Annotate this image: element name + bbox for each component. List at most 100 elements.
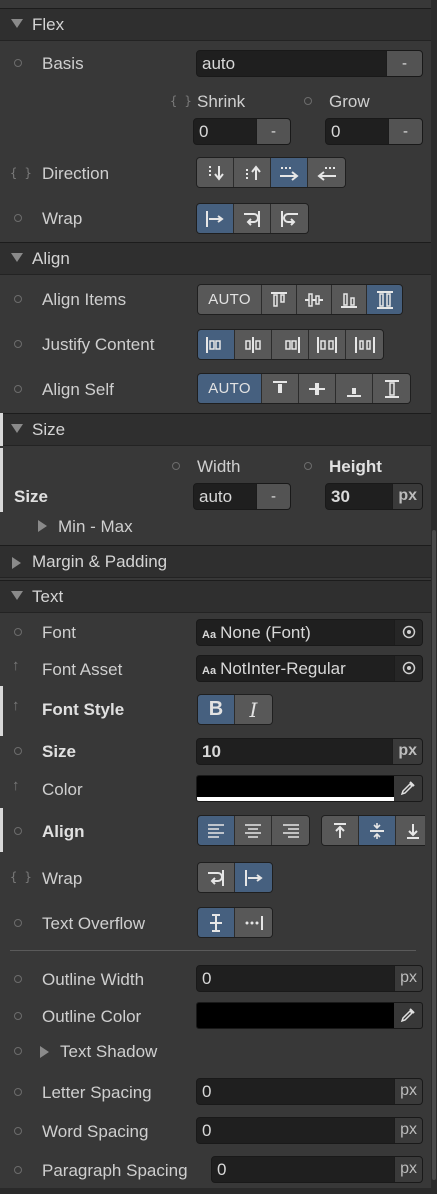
height-input[interactable]: 30 px: [325, 483, 423, 510]
align-left-button[interactable]: [198, 816, 235, 845]
font-type-icon: Aa: [202, 665, 217, 677]
wrap-nowrap-button[interactable]: [197, 204, 234, 233]
justify-end-button[interactable]: [272, 330, 309, 359]
shrink-input[interactable]: 0 -: [193, 118, 291, 145]
section-header-size[interactable]: Size: [0, 413, 431, 446]
letter-spacing-label: Letter Spacing: [42, 1083, 152, 1102]
align-self-stretch-button[interactable]: [373, 374, 410, 403]
font-asset-object-field[interactable]: Aa NotInter-Regular: [196, 655, 423, 682]
grow-input[interactable]: 0 -: [325, 118, 423, 145]
align-self-start-button[interactable]: [262, 374, 299, 403]
text-align-horizontal-group: [197, 815, 310, 846]
direction-row-reverse-button[interactable]: [308, 158, 345, 187]
paragraph-spacing-input[interactable]: 0 px: [211, 1156, 423, 1183]
basis-keyword-button[interactable]: -: [386, 51, 422, 76]
justify-center-button[interactable]: [235, 330, 272, 359]
letter-spacing-unit[interactable]: px: [394, 1079, 422, 1104]
section-header-align[interactable]: Align: [0, 242, 431, 275]
align-center-text-button[interactable]: [235, 816, 272, 845]
shrink-keyword-button[interactable]: -: [256, 119, 290, 144]
align-items-start-button[interactable]: [262, 285, 297, 314]
section-header-text[interactable]: Text: [0, 580, 431, 613]
grow-keyword-button[interactable]: -: [388, 119, 422, 144]
override-indicator-icon: [14, 1127, 22, 1135]
align-right-button[interactable]: [272, 816, 309, 845]
override-indicator-icon: [14, 919, 22, 927]
justify-start-button[interactable]: [198, 330, 235, 359]
align-middle-button[interactable]: [359, 816, 396, 845]
font-object-field[interactable]: Aa None (Font): [196, 619, 423, 646]
outline-color-field[interactable]: [196, 1002, 423, 1029]
align-self-auto-button[interactable]: AUTO: [198, 374, 262, 403]
eyedropper-button[interactable]: [394, 776, 422, 801]
expand-triangle-icon[interactable]: [38, 520, 47, 532]
valign-top-icon: [334, 822, 346, 838]
height-unit[interactable]: px: [392, 484, 422, 509]
align-bottom-button[interactable]: [396, 816, 425, 845]
no-wrap-icon: [244, 869, 263, 886]
text-wrap-off-button[interactable]: [235, 863, 272, 892]
align-top-icon: [271, 291, 287, 307]
inherited-arrow-icon: ↑: [12, 697, 20, 714]
outline-width-unit[interactable]: px: [394, 966, 422, 991]
align-items-stretch-button[interactable]: [367, 285, 402, 314]
color-field[interactable]: [196, 775, 423, 802]
width-label: Width: [197, 457, 241, 476]
eyedropper-icon: [400, 781, 415, 796]
word-spacing-input[interactable]: 0 px: [196, 1117, 423, 1144]
valign-middle-icon: [370, 822, 384, 839]
expand-triangle-icon[interactable]: [40, 1046, 49, 1058]
section-header-flex[interactable]: Flex: [0, 8, 431, 41]
height-label: Height: [329, 457, 382, 476]
align-stretch-icon: [376, 290, 393, 309]
paragraph-spacing-unit[interactable]: px: [394, 1157, 422, 1182]
wrap-reverse-button[interactable]: [271, 204, 308, 233]
letter-spacing-input[interactable]: 0 px: [196, 1078, 423, 1105]
min-max-foldout[interactable]: Min - Max: [58, 517, 133, 537]
overflow-clip-button[interactable]: [198, 908, 235, 937]
override-indicator-icon: [14, 747, 22, 755]
word-spacing-unit[interactable]: px: [394, 1118, 422, 1143]
word-spacing-label: Word Spacing: [42, 1122, 149, 1141]
size-row-label: Size: [14, 487, 49, 506]
bold-toggle[interactable]: B: [198, 695, 235, 724]
width-input[interactable]: auto -: [193, 483, 291, 510]
align-items-center-button[interactable]: [297, 285, 332, 314]
object-picker-button[interactable]: [394, 656, 422, 681]
justify-space-around-button[interactable]: [346, 330, 383, 359]
inherited-arrow-icon: ↑: [12, 777, 20, 794]
italic-toggle[interactable]: I: [235, 695, 272, 724]
font-asset-label: Font Asset: [42, 660, 123, 679]
justify-space-around-icon: [354, 336, 375, 353]
align-items-auto-button[interactable]: AUTO: [198, 285, 262, 314]
basis-input[interactable]: auto -: [196, 50, 423, 77]
align-self-center-button[interactable]: [299, 374, 336, 403]
align-top-button[interactable]: [322, 816, 359, 845]
align-items-end-button[interactable]: [332, 285, 367, 314]
wrap-wrap-button[interactable]: [234, 204, 271, 233]
text-wrap-on-button[interactable]: [198, 863, 235, 892]
eyedropper-button[interactable]: [394, 1003, 422, 1028]
overflow-ellipsis-button[interactable]: [235, 908, 272, 937]
font-size-input[interactable]: 10 px: [196, 738, 423, 765]
paragraph-spacing-label: Paragraph Spacing: [42, 1161, 188, 1180]
object-picker-button[interactable]: [394, 620, 422, 645]
justify-space-between-button[interactable]: [309, 330, 346, 359]
section-title: Flex: [32, 15, 65, 34]
modified-indicator-bar: [0, 413, 3, 446]
text-shadow-foldout[interactable]: Text Shadow: [60, 1042, 157, 1062]
section-header-margin-padding[interactable]: Margin & Padding: [0, 545, 431, 578]
direction-column-button[interactable]: [197, 158, 234, 187]
outline-width-input[interactable]: 0 px: [196, 965, 423, 992]
direction-column-reverse-button[interactable]: [234, 158, 271, 187]
basis-label: Basis: [42, 54, 84, 73]
valign-bottom-icon: [407, 823, 419, 839]
paragraph-spacing-value: 0: [217, 1160, 227, 1179]
width-keyword-button[interactable]: -: [256, 484, 290, 509]
align-self-end-button[interactable]: [336, 374, 373, 403]
target-icon: [402, 625, 415, 639]
direction-row-button[interactable]: [271, 158, 308, 187]
font-size-unit[interactable]: px: [392, 739, 422, 764]
scrollbar-thumb[interactable]: [432, 530, 436, 1180]
expand-triangle-icon: [11, 19, 23, 28]
